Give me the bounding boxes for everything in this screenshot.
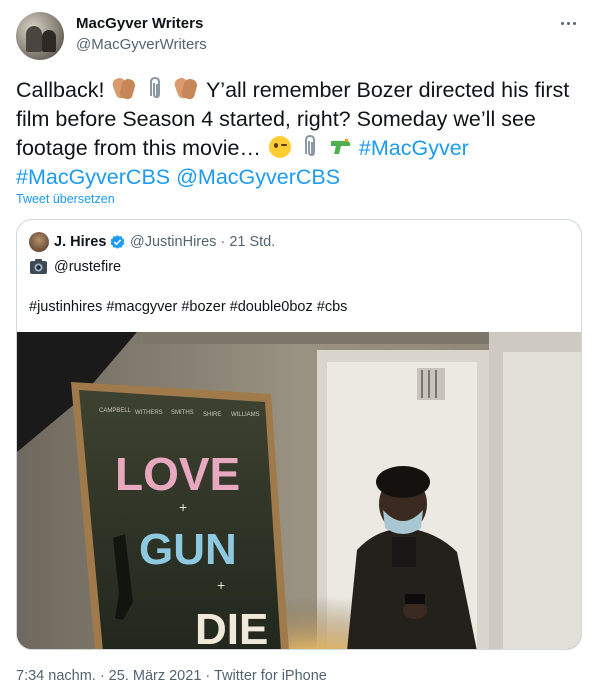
hashtag-link[interactable]: #MacGyverCBS [16, 165, 170, 189]
quoted-author-avatar [29, 232, 49, 252]
paperclip-icon [304, 134, 315, 157]
winking-face-icon [268, 136, 291, 158]
author-name[interactable]: MacGyver Writers [76, 15, 203, 32]
water-pistol-icon [330, 139, 350, 154]
translate-tweet-link[interactable]: Tweet übersetzen [16, 192, 115, 206]
poster-title-gun: GUN [139, 525, 237, 574]
quoted-handle-time: @JustinHires · 21 Std. [130, 234, 276, 250]
photo-scene: CAMPBELL WITHERS SMITHS SHIRE WILLIAMS L… [17, 332, 581, 650]
author-handle[interactable]: @MacGyverWriters [76, 36, 207, 53]
poster-title-die: DIE [195, 605, 268, 650]
poster-credit: CAMPBELL [99, 408, 132, 414]
tweet-source-link[interactable]: Twitter for iPhone [214, 668, 327, 684]
quoted-mention: @rustefire [54, 259, 122, 275]
tweet-footer: 7:34 nachm. · 25. März 2021 · Twitter fo… [16, 668, 327, 684]
quoted-tweet-photo[interactable]: CAMPBELL WITHERS SMITHS SHIRE WILLIAMS L… [17, 332, 581, 650]
tweet-text-part: Callback! [16, 78, 111, 102]
quoted-author-name: J. Hires [54, 234, 107, 250]
clapping-hands-icon [173, 76, 199, 101]
verified-badge-icon [110, 235, 125, 249]
paperclip-icon [150, 76, 161, 99]
camera-icon [30, 259, 47, 274]
quoted-hashtags: #justinhires #macgyver #bozer #double0bo… [29, 299, 348, 315]
hashtag-link[interactable]: #MacGyver [359, 136, 469, 160]
poster-plus: + [179, 499, 187, 515]
clapping-hands-icon [111, 76, 137, 101]
avatar-figure [26, 26, 42, 52]
poster-credit: WITHERS [135, 410, 163, 416]
poster-credit: WILLIAMS [231, 412, 260, 418]
avatar-figure [42, 30, 56, 52]
more-options-icon[interactable] [557, 12, 579, 34]
poster-credit: SMITHS [171, 410, 194, 416]
author-avatar[interactable] [16, 12, 64, 60]
tweet-timestamp[interactable]: 7:34 nachm. · 25. März 2021 · [16, 668, 214, 684]
poster-plus: + [217, 577, 225, 593]
quoted-tweet-card[interactable]: J. Hires @JustinHires · 21 Std. @rustefi… [16, 219, 582, 650]
mention-link[interactable]: @MacGyverCBS [176, 165, 340, 189]
poster-title-love: LOVE [115, 448, 240, 500]
tweet-text: Callback! Y’all remember Bozer directed … [16, 76, 581, 192]
poster-credit: SHIRE [203, 412, 221, 418]
